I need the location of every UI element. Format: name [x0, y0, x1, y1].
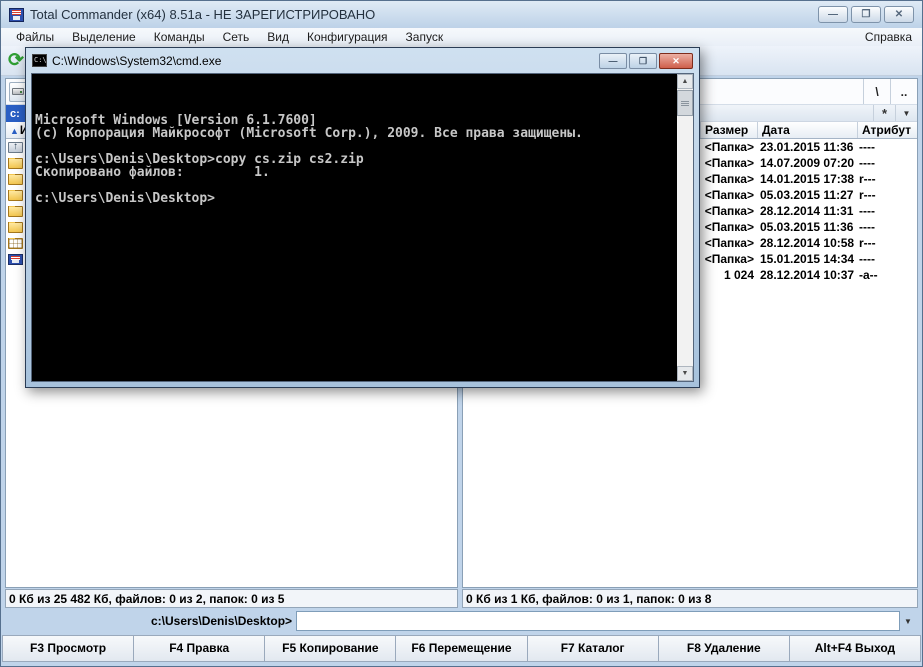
drive-icon	[11, 88, 24, 95]
console-line: Скопировано файлов: 1.	[35, 165, 270, 180]
menu-item[interactable]: Выделение	[63, 30, 145, 44]
function-key-button[interactable]: F8 Удаление	[659, 636, 790, 661]
title-bar: Total Commander (x64) 8.51a - НЕ ЗАРЕГИС…	[1, 1, 922, 28]
file-icon	[8, 237, 23, 249]
cmd-body: Microsoft Windows [Version 6.1.7600] (c) …	[31, 73, 694, 382]
total-commander-icon	[9, 7, 24, 22]
window-bottom-edge	[1, 662, 922, 666]
console-line: c:\Users\Denis\Desktop>	[35, 191, 216, 206]
function-key-button[interactable]: F4 Правка	[134, 636, 266, 661]
command-history-chevron-icon[interactable]: ▼	[900, 611, 916, 631]
file-icon	[8, 205, 23, 217]
menu-item[interactable]: Запуск	[397, 30, 453, 44]
console-output[interactable]: Microsoft Windows [Version 6.1.7600] (c) …	[32, 74, 677, 381]
function-key-bar: F3 Просмотр F4 Правка F5 Копирование F6 Пер…	[2, 635, 921, 662]
parent-dir-button[interactable]: ..	[890, 79, 917, 104]
scrollbar-thumb[interactable]	[677, 90, 693, 116]
minimize-icon[interactable]: —	[599, 52, 627, 69]
command-line-input[interactable]	[296, 611, 900, 631]
menu-items: Файлы Выделение Команды Сеть Вид Конфигурация…	[7, 30, 452, 44]
menu-item[interactable]: Сеть	[214, 30, 259, 44]
file-icon	[8, 141, 23, 153]
left-status: 0 Кб из 25 482 Кб, файлов: 0 из 2, папок…	[5, 589, 458, 608]
console-line: (c) Корпорация Майкрософт (Microsoft Cor…	[35, 126, 583, 141]
cmd-window-title: C:\Windows\System32\cmd.exe	[52, 53, 222, 68]
close-icon[interactable]: ✕	[659, 52, 693, 69]
function-key-button[interactable]: F7 Каталог	[528, 636, 659, 661]
function-key-button[interactable]: F6 Перемещение	[396, 636, 528, 661]
console-scrollbar[interactable]: ▲ ▼	[677, 74, 693, 381]
scroll-down-icon[interactable]: ▼	[677, 366, 693, 381]
menu-item[interactable]: Файлы	[7, 30, 63, 44]
file-icon	[8, 173, 23, 185]
cmd-title-bar[interactable]: C:\ C:\Windows\System32\cmd.exe — ❐ ✕	[26, 48, 699, 73]
file-icon	[8, 221, 23, 233]
menu-item[interactable]: Конфигурация	[298, 30, 397, 44]
cmd-window: C:\ C:\Windows\System32\cmd.exe — ❐ ✕ Mi…	[25, 47, 700, 388]
minimize-icon[interactable]: —	[818, 6, 848, 23]
function-key-button[interactable]: Alt+F4 Выход	[790, 636, 920, 661]
thumb-grip-icon	[681, 100, 689, 106]
menu-item[interactable]: Вид	[258, 30, 298, 44]
restore-icon[interactable]: ❐	[629, 52, 657, 69]
command-prompt-label: c:\Users\Denis\Desktop>	[151, 614, 293, 628]
cmd-window-controls: — ❐ ✕	[599, 52, 693, 69]
status-bar: 0 Кб из 25 482 Кб, файлов: 0 из 2, папок…	[1, 588, 922, 608]
scroll-up-icon[interactable]: ▲	[677, 74, 693, 89]
root-dir-button[interactable]: \	[863, 79, 890, 104]
column-date[interactable]: Дата	[758, 122, 858, 138]
history-chevron-icon[interactable]: ▼	[895, 105, 917, 121]
close-icon[interactable]: ✕	[884, 6, 914, 23]
sort-up-icon: ▲	[10, 126, 19, 136]
file-icon	[8, 189, 23, 201]
window-controls: — ❐ ✕	[818, 6, 914, 23]
maximize-icon[interactable]: ❐	[851, 6, 881, 23]
file-icon	[8, 157, 23, 169]
cmd-icon: C:\	[32, 54, 47, 67]
window-title: Total Commander (x64) 8.51a - НЕ ЗАРЕГИС…	[30, 7, 376, 22]
column-size[interactable]: Размер	[701, 122, 758, 138]
menu-item[interactable]: Команды	[145, 30, 214, 44]
right-status: 0 Кб из 1 Кб, файлов: 0 из 1, папок: 0 и…	[462, 589, 918, 608]
scrollbar-track[interactable]	[677, 116, 693, 366]
function-key-button[interactable]: F3 Просмотр	[3, 636, 135, 661]
file-icon	[8, 253, 23, 265]
command-line-row: c:\Users\Denis\Desktop> ▼	[1, 608, 922, 634]
column-attr[interactable]: Атрибут	[858, 122, 917, 138]
function-key-button[interactable]: F5 Копирование	[265, 636, 397, 661]
favorites-star-icon[interactable]: *	[873, 105, 895, 121]
menu-bar: Файлы Выделение Команды Сеть Вид Конфигурация…	[1, 28, 922, 46]
menu-item-help[interactable]: Справка	[861, 30, 916, 44]
